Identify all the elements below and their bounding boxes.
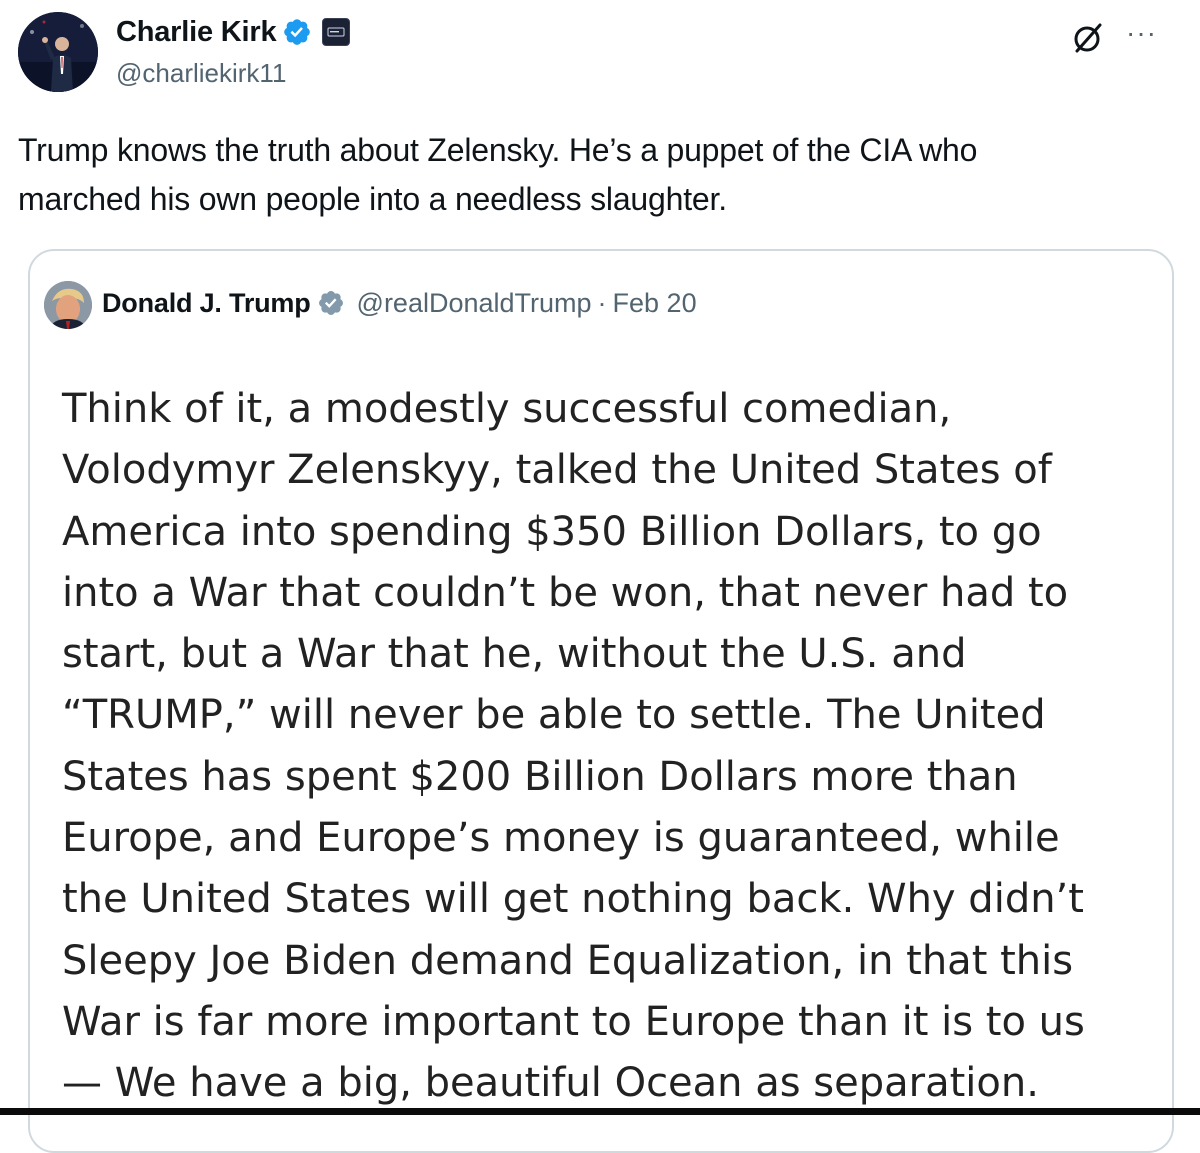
post-text-line: Trump knows the truth about Zelensky. He… bbox=[18, 132, 978, 168]
quoted-body-line: Volodymyr Zelenskyy, talked the United S… bbox=[62, 447, 1052, 494]
quoted-post-card[interactable]: Donald J. Trump @realDonaldTrump · Feb 2… bbox=[28, 249, 1174, 1153]
verified-badge-icon[interactable] bbox=[282, 17, 312, 47]
verified-badge-icon[interactable] bbox=[317, 289, 345, 317]
bottom-edge-bar bbox=[0, 1108, 1200, 1115]
author-display-name[interactable]: Charlie Kirk bbox=[116, 16, 277, 49]
quoted-author-avatar bbox=[44, 281, 92, 329]
post-card: Charlie Kirk @charliekirk11 ··· Trump kn… bbox=[0, 0, 1200, 1153]
grok-icon[interactable] bbox=[1068, 18, 1108, 58]
quoted-body-line: States has spent $200 Billion Dollars mo… bbox=[62, 753, 1018, 800]
quoted-body-line: Europe, and Europe’s money is guaranteed… bbox=[62, 815, 1060, 862]
quoted-author-display-name[interactable]: Donald J. Trump bbox=[102, 288, 311, 319]
author-name-row: Charlie Kirk bbox=[116, 14, 351, 50]
author-avatar[interactable] bbox=[18, 12, 98, 92]
quoted-post-header: Donald J. Trump @realDonaldTrump · Feb 2… bbox=[102, 281, 697, 325]
quoted-body-line: — We have a big, beautiful Ocean as sepa… bbox=[62, 1060, 1039, 1107]
more-icon[interactable]: ··· bbox=[1126, 18, 1186, 48]
quoted-body-line: into a War that couldn’t be won, that ne… bbox=[62, 569, 1069, 616]
quoted-body-line: start, but a War that he, without the U.… bbox=[62, 631, 967, 678]
quoted-post-date[interactable]: Feb 20 bbox=[613, 288, 697, 319]
post-text: Trump knows the truth about Zelensky. He… bbox=[18, 126, 1178, 224]
post-text-line: marched his own people into a needless s… bbox=[18, 181, 727, 217]
quoted-post-body: Think of it, a modestly successful comed… bbox=[62, 379, 1142, 1115]
quoted-body-line: War is far more important to Europe than… bbox=[62, 998, 1085, 1045]
quoted-body-line: America into spending $350 Billion Dolla… bbox=[62, 508, 1042, 555]
quoted-body-line: Sleepy Joe Biden demand Equalization, in… bbox=[62, 937, 1074, 984]
author-handle[interactable]: @charliekirk11 bbox=[116, 58, 286, 89]
quoted-body-line: Think of it, a modestly successful comed… bbox=[62, 386, 952, 432]
quoted-body-line: “TRUMP,” will never be able to settle. T… bbox=[62, 692, 1046, 739]
affiliate-badge-icon[interactable] bbox=[322, 18, 351, 46]
separator-dot: · bbox=[597, 287, 607, 318]
quoted-body-line: the United States will get nothing back.… bbox=[62, 876, 1084, 923]
quoted-author-handle[interactable]: @realDonaldTrump bbox=[357, 288, 592, 319]
